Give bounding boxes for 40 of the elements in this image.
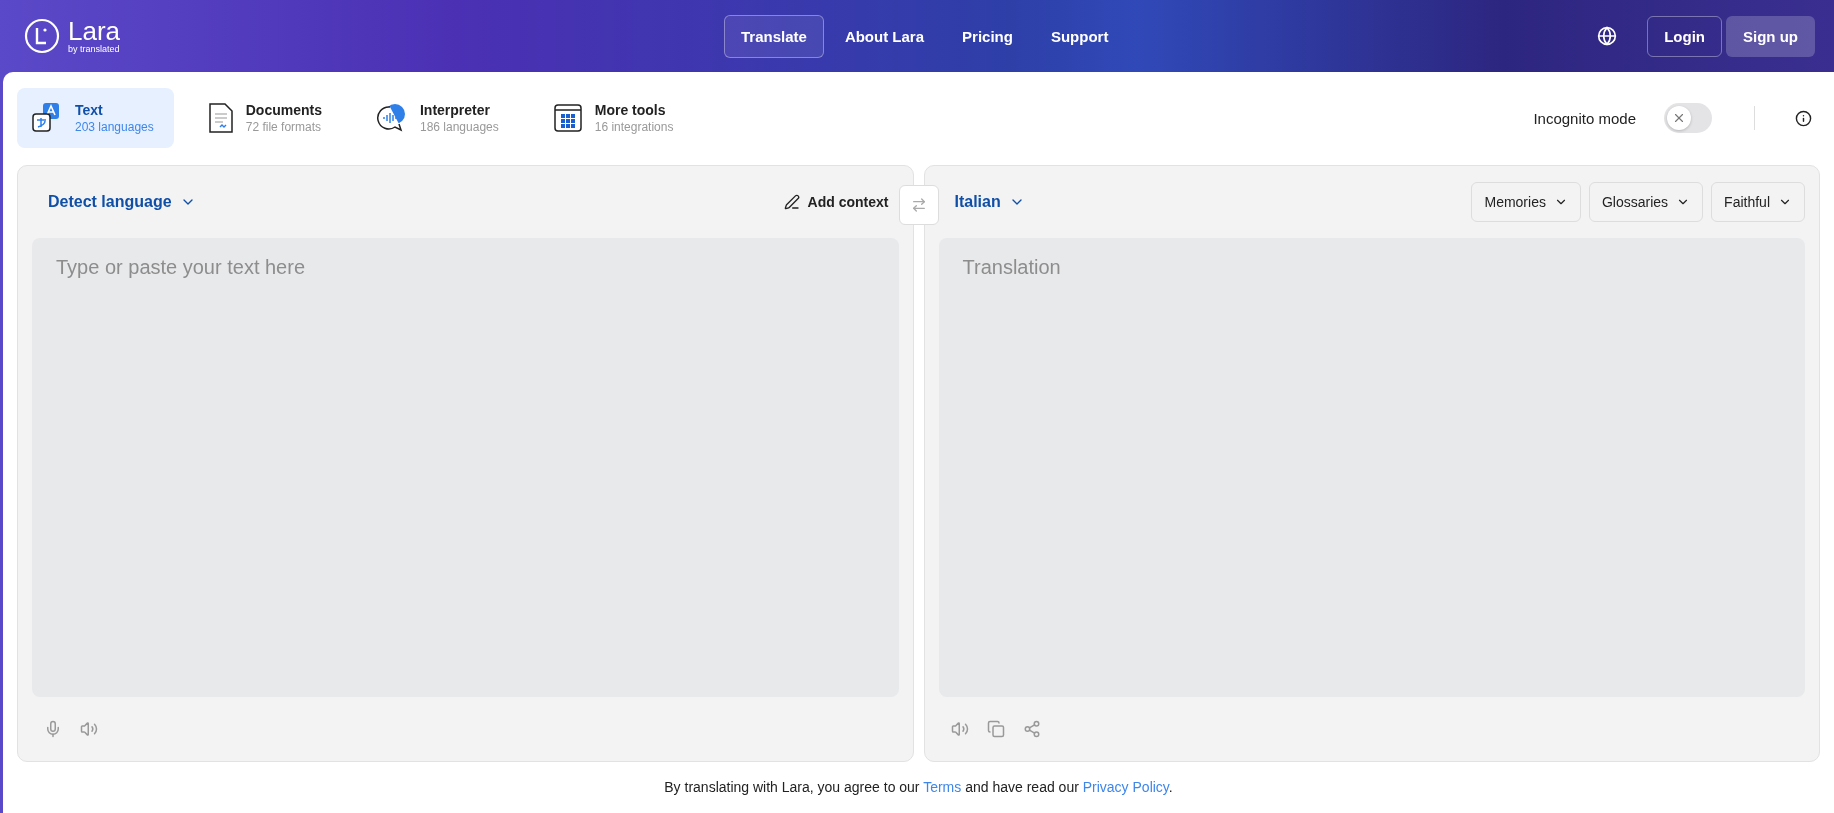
share-icon[interactable] bbox=[1022, 720, 1041, 738]
add-context-button[interactable]: Add context bbox=[773, 194, 899, 210]
brand-tagline: by translated bbox=[68, 45, 121, 54]
speaker-icon[interactable] bbox=[80, 720, 98, 738]
incognito-toggle[interactable] bbox=[1664, 103, 1712, 133]
grid-app-icon bbox=[552, 103, 583, 133]
target-language-dropdown[interactable]: Italian bbox=[938, 193, 1041, 211]
mode-tab[interactable]: Documents 72 file formats bbox=[193, 88, 342, 148]
mode-tab[interactable]: Text 203 languages bbox=[17, 88, 174, 148]
close-icon bbox=[1672, 111, 1686, 125]
incognito-label: Incognito mode bbox=[1533, 109, 1636, 127]
pen-icon bbox=[783, 194, 800, 210]
terms-link[interactable]: Terms bbox=[923, 779, 962, 795]
nav-link[interactable]: About Lara bbox=[827, 14, 942, 58]
microphone-icon[interactable] bbox=[44, 720, 62, 738]
terms-notice: By translating with Lara, you agree to our Terms and have read our Privacy Policy. bbox=[663, 778, 1174, 797]
privacy-link[interactable]: Privacy Policy bbox=[1082, 779, 1169, 795]
globe-icon[interactable] bbox=[1597, 26, 1618, 46]
mode-tab[interactable]: Interpreter 186 languages bbox=[362, 88, 519, 148]
document-icon bbox=[207, 102, 234, 134]
nav-link[interactable]: Translate bbox=[724, 14, 824, 58]
info-icon[interactable] bbox=[1795, 109, 1812, 127]
source-language-dropdown[interactable]: Detect language bbox=[32, 193, 212, 211]
copy-icon[interactable] bbox=[986, 720, 1005, 738]
option-dropdown[interactable]: Faithful bbox=[1711, 182, 1805, 222]
option-dropdown[interactable]: Glossaries bbox=[1588, 182, 1704, 222]
nav-link[interactable]: Support bbox=[1033, 14, 1126, 58]
login-button[interactable]: Login bbox=[1647, 15, 1722, 57]
swap-languages-button[interactable] bbox=[898, 185, 939, 225]
speech-bubble-icon bbox=[376, 102, 408, 134]
signup-button[interactable]: Sign up bbox=[1726, 15, 1815, 57]
source-text-field[interactable]: Type or paste your text here bbox=[32, 238, 899, 697]
nav-link[interactable]: Pricing bbox=[945, 14, 1030, 58]
translation-field[interactable]: Translation bbox=[938, 238, 1805, 697]
option-dropdown[interactable]: Memories bbox=[1471, 182, 1581, 222]
swap-arrows-icon bbox=[910, 197, 927, 213]
brand-name: Lara bbox=[68, 18, 121, 44]
mode-tab[interactable]: More tools 16 integrations bbox=[538, 88, 694, 148]
speaker-icon[interactable] bbox=[950, 720, 969, 738]
logo-icon bbox=[24, 18, 60, 54]
